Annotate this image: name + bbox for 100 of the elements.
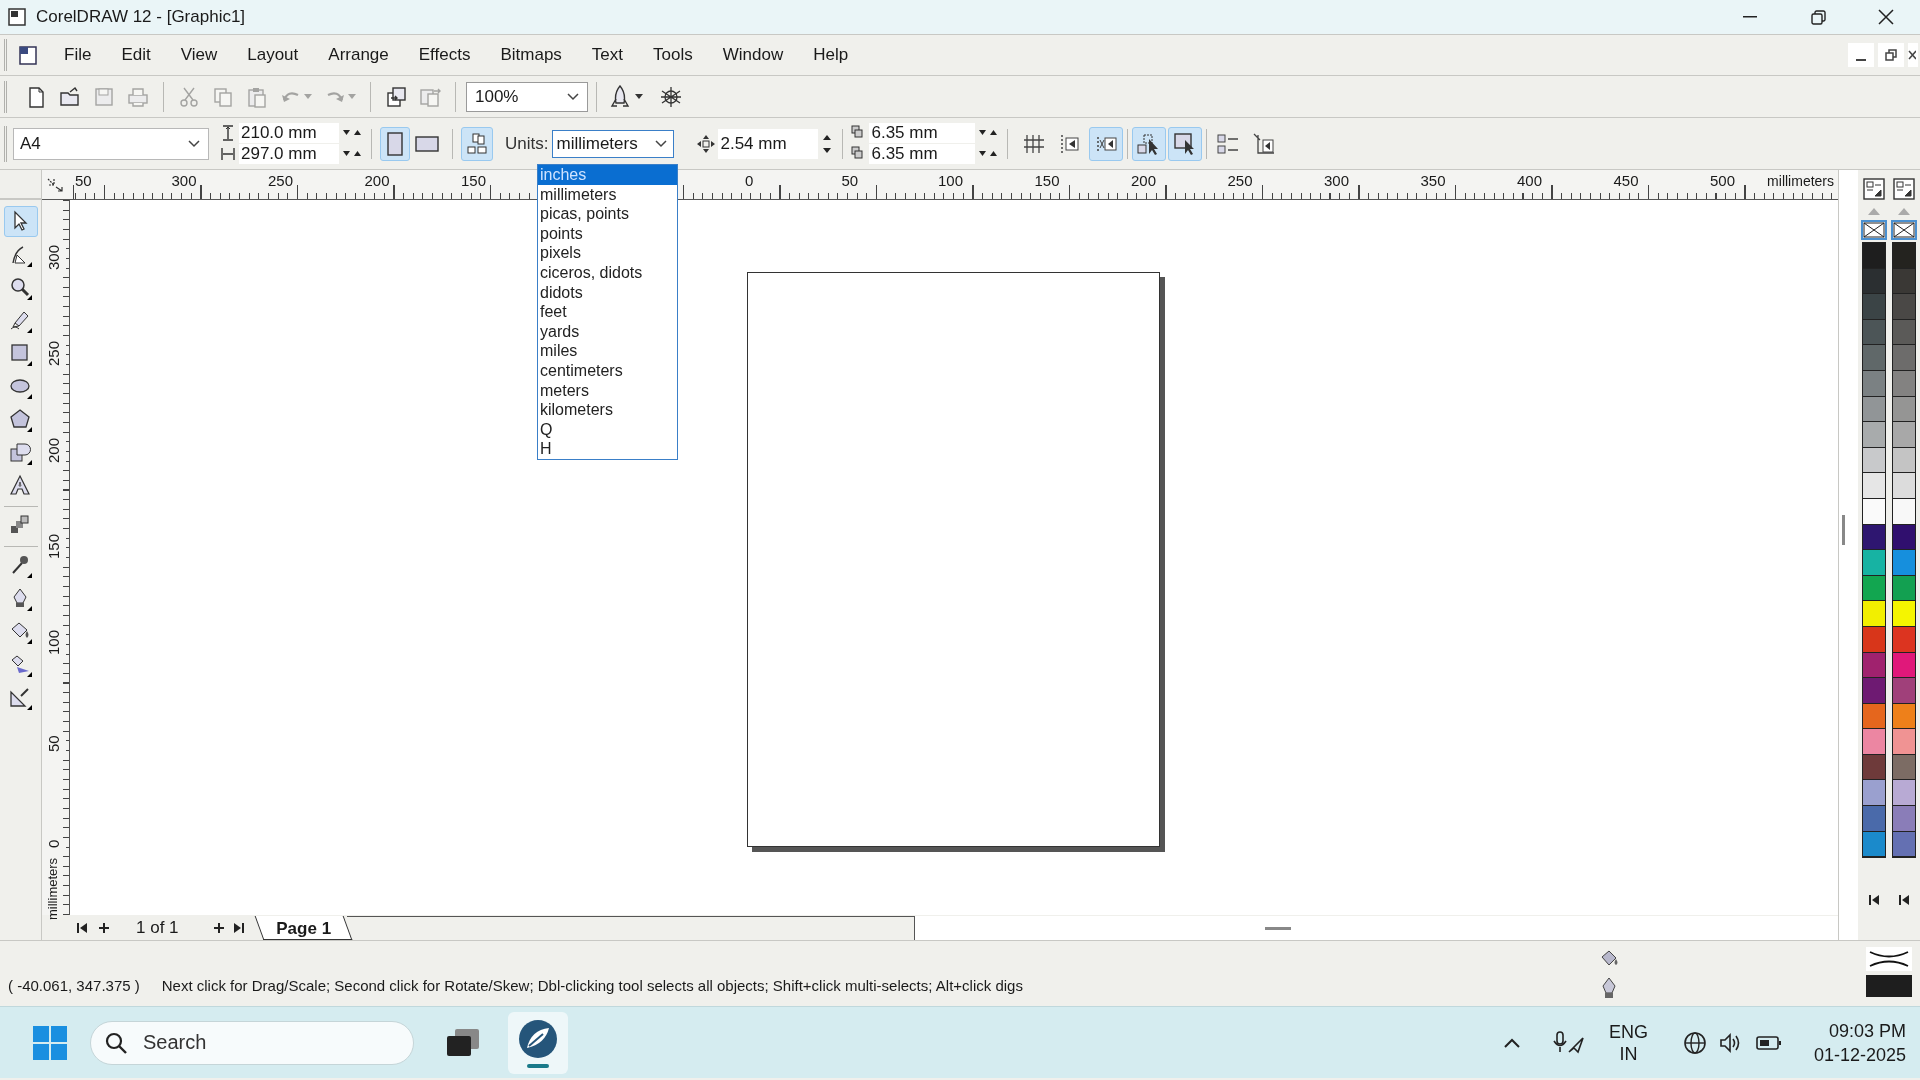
scroll-to-start-icon[interactable]: [1868, 894, 1880, 907]
dropdown-option[interactable]: ciceros, didots: [538, 262, 677, 283]
color-swatch[interactable]: [1893, 703, 1915, 730]
menu-item[interactable]: View: [165, 40, 233, 70]
duplicate-y-field[interactable]: 6.35 mm: [869, 144, 976, 164]
color-swatch[interactable]: [1863, 652, 1885, 679]
color-swatch[interactable]: [1863, 473, 1885, 499]
color-swatch[interactable]: [1893, 780, 1915, 807]
color-swatch[interactable]: [1863, 319, 1885, 346]
zoom-level-combo[interactable]: 100%: [466, 81, 588, 112]
vertical-scrollbar-thumb[interactable]: [1842, 515, 1845, 545]
dropdown-option[interactable]: pixels: [538, 243, 677, 263]
menu-item[interactable]: Effects: [403, 40, 486, 70]
no-color-swatch-icon[interactable]: [1891, 220, 1917, 240]
all-pages-toggle[interactable]: [461, 126, 493, 161]
document-minimize-button[interactable]: [1848, 43, 1874, 67]
dropdown-option[interactable]: centimeters: [538, 360, 677, 381]
color-swatch[interactable]: [1863, 396, 1885, 423]
menu-item[interactable]: Help: [798, 40, 864, 70]
document-icon[interactable]: [17, 44, 39, 66]
color-swatch[interactable]: [1893, 268, 1915, 295]
menu-item[interactable]: Bitmaps: [485, 40, 577, 70]
menu-item[interactable]: Window: [707, 40, 799, 70]
color-swatch[interactable]: [1893, 550, 1915, 576]
color-swatch[interactable]: [1863, 601, 1885, 627]
dropdown-option[interactable]: inches: [538, 165, 677, 185]
color-swatch[interactable]: [1893, 345, 1915, 371]
first-page-icon[interactable]: [76, 921, 88, 934]
add-page-icon[interactable]: [98, 921, 110, 934]
microphone-icon[interactable]: [1550, 1029, 1585, 1056]
color-swatch[interactable]: [1863, 754, 1885, 781]
color-swatch[interactable]: [1893, 524, 1915, 551]
battery-icon[interactable]: [1755, 1034, 1782, 1051]
color-swatch[interactable]: [1863, 678, 1885, 704]
color-swatch[interactable]: [1893, 422, 1915, 448]
orientation-button[interactable]: [380, 126, 410, 161]
color-swatch[interactable]: [1893, 678, 1915, 704]
color-swatch[interactable]: [1863, 345, 1885, 371]
web-connector-icon[interactable]: [659, 84, 683, 109]
last-page-icon[interactable]: [232, 921, 245, 934]
color-swatch[interactable]: [1893, 754, 1915, 781]
select-pointer-toggle[interactable]: [1132, 126, 1167, 161]
color-swatch[interactable]: [1863, 422, 1885, 448]
color-swatch[interactable]: [1893, 498, 1915, 525]
page-width-field[interactable]: 210.0 mm: [239, 123, 339, 143]
color-swatch[interactable]: [1863, 729, 1885, 755]
color-swatch[interactable]: [1893, 473, 1915, 499]
scroll-to-start-icon[interactable]: [1898, 894, 1910, 907]
dropdown-option[interactable]: didots: [538, 282, 677, 303]
document-restore-button[interactable]: [1878, 43, 1904, 67]
start-icon[interactable]: [32, 1024, 68, 1061]
color-swatch[interactable]: [1893, 806, 1915, 832]
chevron-up-icon[interactable]: [1502, 1036, 1521, 1049]
input-language[interactable]: ENG: [1608, 1020, 1648, 1043]
color-swatch[interactable]: [1893, 396, 1915, 423]
paper-size-combo[interactable]: A4: [13, 127, 209, 160]
color-swatch[interactable]: [1893, 601, 1915, 627]
color-swatch[interactable]: [1863, 294, 1885, 320]
color-swatch[interactable]: [1863, 626, 1885, 653]
palette-options-icon[interactable]: [1893, 178, 1915, 200]
document-close-button[interactable]: [1908, 43, 1918, 67]
duplicate-x-field[interactable]: 6.35 mm: [869, 123, 976, 143]
color-swatch[interactable]: [1863, 831, 1885, 858]
color-swatch[interactable]: [1893, 652, 1915, 679]
horizontal-scrollbar-thumb[interactable]: [1265, 926, 1292, 930]
menu-item[interactable]: Tools: [638, 40, 708, 70]
coreldraw-taskbar-button[interactable]: [508, 1011, 568, 1074]
marquee-pointer-toggle[interactable]: [1168, 126, 1203, 161]
dropdown-option[interactable]: meters: [538, 380, 677, 401]
input-region[interactable]: IN: [1619, 1042, 1638, 1065]
tool-button[interactable]: [3, 206, 38, 237]
dropdown-option[interactable]: H: [538, 439, 677, 459]
color-swatch[interactable]: [1893, 729, 1915, 755]
dropdown-option[interactable]: points: [538, 223, 677, 244]
color-swatch[interactable]: [1893, 319, 1915, 346]
color-swatch[interactable]: [1893, 575, 1915, 602]
color-swatch[interactable]: [1863, 370, 1885, 397]
color-swatch[interactable]: [1863, 243, 1885, 269]
dropdown-option[interactable]: picas, points: [538, 204, 677, 224]
volume-icon[interactable]: [1717, 1030, 1742, 1055]
snap-to-objects-toggle[interactable]: [1089, 126, 1124, 161]
dropdown-option[interactable]: Q: [538, 419, 677, 440]
menu-item[interactable]: File: [49, 40, 107, 70]
color-swatch[interactable]: [1893, 370, 1915, 397]
dropdown-option[interactable]: millimeters: [538, 184, 677, 205]
dropdown-option[interactable]: miles: [538, 341, 677, 361]
menu-item[interactable]: Text: [576, 40, 639, 70]
color-swatch[interactable]: [1893, 294, 1915, 320]
no-color-swatch-icon[interactable]: [1861, 220, 1887, 240]
search-field[interactable]: Search: [90, 1020, 414, 1065]
menu-item[interactable]: Layout: [232, 40, 314, 70]
color-swatch[interactable]: [1863, 268, 1885, 295]
globe-icon[interactable]: [1681, 1029, 1708, 1056]
add-page-icon[interactable]: [212, 921, 225, 934]
menu-item[interactable]: Edit: [106, 40, 166, 70]
task-view-icon[interactable]: [446, 1027, 480, 1058]
page-height-field[interactable]: 297.0 mm: [239, 144, 339, 164]
color-swatch[interactable]: [1893, 447, 1915, 474]
color-swatch[interactable]: [1893, 831, 1915, 858]
menu-item[interactable]: Arrange: [313, 40, 404, 70]
